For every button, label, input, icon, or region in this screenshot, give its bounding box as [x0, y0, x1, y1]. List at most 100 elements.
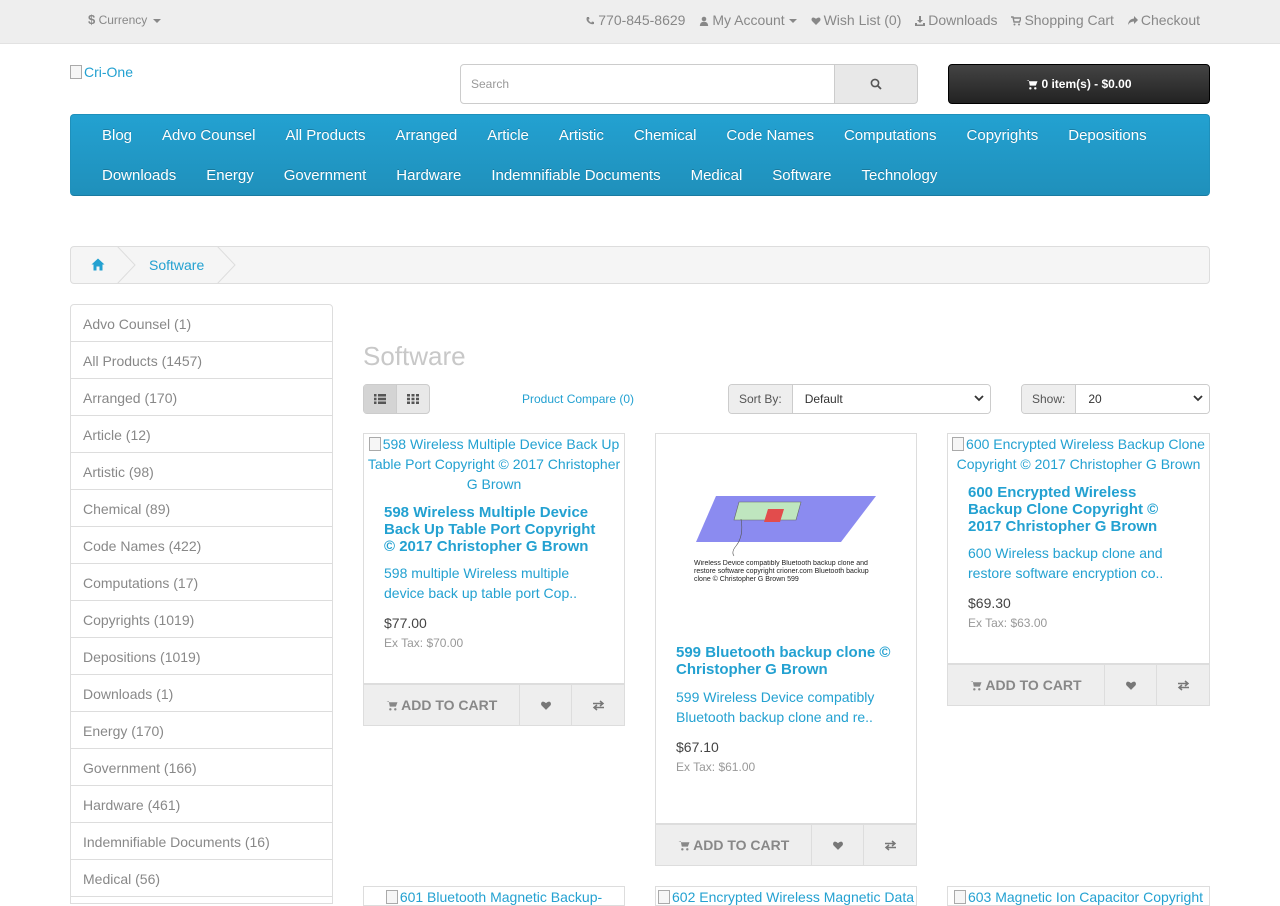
- cart-icon: [1011, 16, 1022, 26]
- menu-item-artistic[interactable]: Artistic: [544, 127, 619, 145]
- exchange-icon: [884, 839, 896, 851]
- category-advo-counsel[interactable]: Advo Counsel (1): [71, 305, 332, 342]
- product-image-link[interactable]: 598 Wireless Multiple Device Back Up Tab…: [364, 434, 624, 494]
- menu-item-code-names[interactable]: Code Names: [711, 127, 829, 145]
- menu-item-blog[interactable]: Blog: [87, 127, 147, 145]
- product-image-alt: 603 Magnetic Ion Capacitor Copyright: [967, 889, 1204, 905]
- wishlist-button[interactable]: [1105, 665, 1157, 705]
- wishlist-button[interactable]: [812, 825, 865, 865]
- menu-item-computations[interactable]: Computations: [829, 127, 952, 145]
- category-article[interactable]: Article (12): [71, 416, 332, 453]
- menu-item-copyrights[interactable]: Copyrights: [952, 127, 1054, 145]
- category-all-products[interactable]: All Products (1457): [71, 342, 332, 379]
- add-to-cart-button[interactable]: Add to Cart: [656, 825, 813, 865]
- category-chemical[interactable]: Chemical (89): [71, 490, 332, 527]
- search-input[interactable]: [460, 64, 835, 104]
- menu-item-energy[interactable]: Energy: [191, 167, 269, 185]
- product-image-link[interactable]: 601 Bluetooth Magnetic Backup-: [364, 887, 624, 905]
- add-to-cart-button[interactable]: Add to Cart: [948, 665, 1105, 705]
- top-links: 770-845-8629 My Account Wish List (0) Do…: [575, 12, 1200, 28]
- cart-icon: [1026, 79, 1038, 90]
- menu-item-government[interactable]: Government: [269, 167, 382, 185]
- heart-icon: [540, 701, 551, 710]
- breadcrumb-software[interactable]: Software: [149, 257, 204, 273]
- product-name[interactable]: 599 Bluetooth backup clone © Christopher…: [676, 644, 901, 678]
- heart-icon: [1125, 681, 1136, 690]
- menu-item-hardware[interactable]: Hardware: [381, 167, 476, 185]
- product-image-caption: Wireless Device compatibly Bluetooth bac…: [694, 560, 869, 583]
- menu-item-technology[interactable]: Technology: [846, 167, 952, 185]
- downloads-link[interactable]: Downloads: [915, 12, 1001, 28]
- product-image[interactable]: Wireless Device compatibly Bluetooth bac…: [676, 474, 898, 604]
- menu-row-1: Blog Advo Counsel All Products Arranged …: [87, 127, 1162, 145]
- menu-item-advo-counsel[interactable]: Advo Counsel: [147, 127, 270, 145]
- wishlist-button[interactable]: [520, 685, 573, 725]
- menu-item-chemical[interactable]: Chemical: [619, 127, 712, 145]
- menu-item-indemnifiable-documents[interactable]: Indemnifiable Documents: [476, 167, 675, 185]
- broken-image-icon: [658, 890, 670, 904]
- caret-down-icon: [788, 19, 797, 24]
- add-to-cart-button[interactable]: Add to Cart: [364, 685, 521, 725]
- product-card: 602 Encrypted Wireless Magnetic Data: [655, 886, 917, 906]
- currency-dropdown[interactable]: $ Currency: [88, 12, 161, 27]
- compare-button[interactable]: [864, 825, 916, 865]
- product-compare-link[interactable]: Product Compare (0): [522, 392, 634, 406]
- category-code-names[interactable]: Code Names (422): [71, 527, 332, 564]
- category-computations[interactable]: Computations (17): [71, 564, 332, 601]
- menu-item-software[interactable]: Software: [757, 167, 846, 185]
- category-medical[interactable]: Medical (56): [71, 860, 332, 897]
- phone-link[interactable]: 770-845-8629: [585, 12, 689, 28]
- product-ex-tax: Ex Tax: $70.00: [384, 636, 464, 650]
- grid-view-button[interactable]: [397, 385, 430, 413]
- menu-item-medical[interactable]: Medical: [676, 167, 758, 185]
- category-copyrights[interactable]: Copyrights (1019): [71, 601, 332, 638]
- add-to-cart-label: Add to Cart: [693, 837, 790, 853]
- list-view-button[interactable]: [364, 385, 397, 413]
- menu-item-arranged[interactable]: Arranged: [380, 127, 472, 145]
- category-government[interactable]: Government (166): [71, 749, 332, 786]
- menu-item-all-products[interactable]: All Products: [270, 127, 380, 145]
- category-downloads[interactable]: Downloads (1): [71, 675, 332, 712]
- product-image-link[interactable]: 600 Encrypted Wireless Backup Clone Copy…: [948, 434, 1209, 474]
- home-icon[interactable]: [91, 258, 105, 271]
- category-hardware[interactable]: Hardware (461): [71, 786, 332, 823]
- sort-select[interactable]: Default: [792, 385, 990, 413]
- product-price: $77.00: [384, 615, 427, 631]
- category-indemnifiable-documents[interactable]: Indemnifiable Documents (16): [71, 823, 332, 860]
- menu-item-depositions[interactable]: Depositions: [1053, 127, 1161, 145]
- logo-link[interactable]: Cri-One: [70, 64, 133, 80]
- heart-icon: [832, 841, 843, 850]
- product-name[interactable]: 598 Wireless Multiple Device Back Up Tab…: [384, 504, 609, 555]
- product-name[interactable]: 600 Encrypted Wireless Backup Clone Copy…: [968, 484, 1193, 535]
- product-button-group: Add to Cart: [947, 664, 1210, 706]
- search-button[interactable]: [834, 64, 918, 104]
- grid-icon: [406, 394, 419, 404]
- downloads-label: Downloads: [928, 12, 998, 28]
- category-artistic[interactable]: Artistic (98): [71, 453, 332, 490]
- show-select[interactable]: 20: [1076, 385, 1209, 413]
- broken-image-icon: [953, 890, 966, 904]
- chevron-down-icon: [974, 395, 984, 402]
- breadcrumb-separator: [217, 246, 236, 284]
- cart-icon: [678, 840, 690, 851]
- checkout-link[interactable]: Checkout: [1127, 12, 1200, 28]
- list-icon: [373, 394, 386, 404]
- category-arranged[interactable]: Arranged (170): [71, 379, 332, 416]
- cart-button[interactable]: 0 item(s) - $0.00: [948, 64, 1210, 104]
- shopping-cart-link[interactable]: Shopping Cart: [1011, 12, 1117, 28]
- category-energy[interactable]: Energy (170): [71, 712, 332, 749]
- my-account-dropdown[interactable]: My Account: [699, 12, 800, 28]
- menu-item-downloads[interactable]: Downloads: [87, 167, 191, 185]
- compare-button[interactable]: [1157, 665, 1209, 705]
- category-depositions[interactable]: Depositions (1019): [71, 638, 332, 675]
- product-image-link[interactable]: 603 Magnetic Ion Capacitor Copyright: [948, 887, 1209, 905]
- product-image-link[interactable]: 602 Encrypted Wireless Magnetic Data: [656, 887, 916, 905]
- shopping-cart-label: Shopping Cart: [1024, 12, 1114, 28]
- breadcrumb-separator: [117, 246, 136, 284]
- view-toggle: [363, 384, 430, 414]
- download-icon: [915, 16, 926, 26]
- compare-button[interactable]: [572, 685, 624, 725]
- wish-list-link[interactable]: Wish List (0): [811, 12, 906, 28]
- menu-item-article[interactable]: Article: [472, 127, 544, 145]
- menu-row-2: Downloads Energy Government Hardware Ind…: [87, 167, 952, 185]
